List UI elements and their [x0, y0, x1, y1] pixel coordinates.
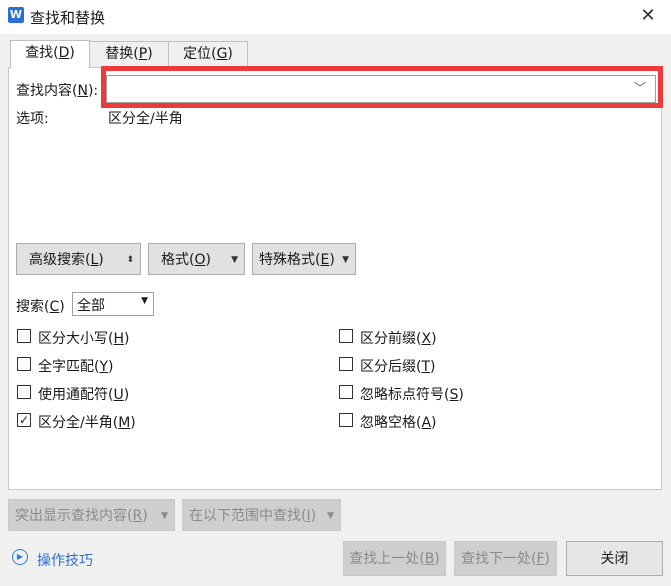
checkbox-wildcards[interactable] — [17, 385, 31, 399]
checkbox-label-ignore-spaces: 忽略空格(A) — [360, 415, 437, 431]
checkbox-match-prefix[interactable] — [339, 329, 353, 343]
operation-tips-link[interactable]: 操作技巧 — [37, 550, 93, 570]
window-title: 查找和替换 — [30, 9, 106, 27]
highlight-find-content-button[interactable]: 突出显示查找内容(R) ▼ — [8, 499, 175, 531]
dropdown-arrow-icon: ▼ — [141, 296, 148, 306]
search-scope-label: 搜索(C) — [16, 299, 65, 315]
chevron-down-icon[interactable]: ﹀ — [630, 78, 650, 98]
checkbox-label-full-half-width: 区分全/半角(M) — [38, 415, 136, 431]
checkbox-label-match-case: 区分大小写(H) — [38, 331, 130, 347]
dropdown-arrow-icon: ▼ — [327, 511, 334, 521]
checkbox-whole-word[interactable] — [17, 357, 31, 371]
dropdown-arrow-icon: ▼ — [161, 511, 168, 521]
dropdown-arrow-icon: ▼ — [342, 255, 349, 265]
wps-writer-icon: W — [8, 7, 24, 23]
format-button[interactable]: 格式(O) ▼ — [148, 243, 245, 275]
expand-collapse-icon: ⬍ — [126, 255, 134, 265]
search-scope-select[interactable]: 全部 ▼ — [72, 292, 154, 316]
find-in-range-button[interactable]: 在以下范围中查找(I) ▼ — [182, 499, 341, 531]
find-content-input[interactable] — [106, 75, 656, 103]
checkbox-label-match-suffix: 区分后缀(T) — [360, 359, 436, 375]
checkbox-ignore-spaces[interactable] — [339, 413, 353, 427]
options-value: 区分全/半角 — [108, 111, 183, 127]
dropdown-arrow-icon: ▼ — [231, 255, 238, 265]
checkbox-full-half-width[interactable]: ✓ — [17, 413, 31, 427]
checkbox-label-wildcards: 使用通配符(U) — [38, 387, 130, 403]
tab-replace[interactable]: 替换(P) — [89, 41, 169, 67]
checkbox-label-ignore-punctuation: 忽略标点符号(S) — [360, 387, 464, 403]
options-label: 选项: — [16, 111, 49, 127]
close-icon[interactable]: ✕ — [636, 4, 660, 28]
advanced-search-button[interactable]: 高级搜索(L) ⬍ — [16, 243, 141, 275]
find-previous-button[interactable]: 查找上一处(B) — [343, 541, 446, 576]
find-content-label: 查找内容(N): — [16, 83, 99, 99]
close-button[interactable]: 关闭 — [566, 541, 663, 576]
checkbox-match-suffix[interactable] — [339, 357, 353, 371]
checkbox-ignore-punctuation[interactable] — [339, 385, 353, 399]
checkbox-match-case[interactable] — [17, 329, 31, 343]
play-circle-icon[interactable]: ▶ — [12, 549, 28, 565]
tab-goto[interactable]: 定位(G) — [168, 41, 248, 67]
checkbox-label-match-prefix: 区分前缀(X) — [360, 331, 437, 347]
checkbox-label-whole-word: 全字匹配(Y) — [38, 359, 114, 375]
special-format-button[interactable]: 特殊格式(E) ▼ — [252, 243, 356, 275]
tab-find[interactable]: 查找(D) — [10, 40, 90, 68]
find-next-button[interactable]: 查找下一处(F) — [454, 541, 557, 576]
